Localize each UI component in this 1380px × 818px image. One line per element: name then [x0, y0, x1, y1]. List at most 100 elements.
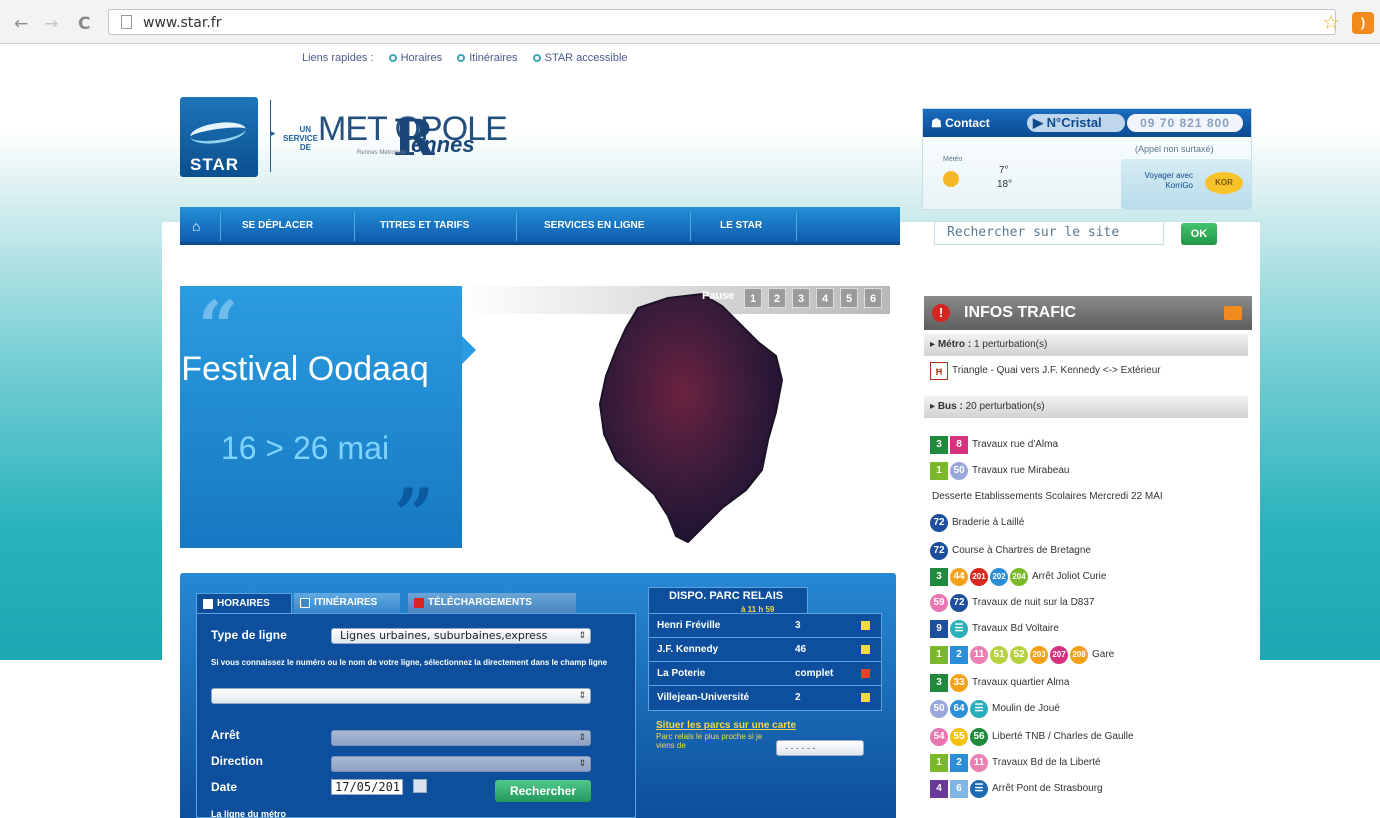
- line-badge: 11: [970, 646, 988, 664]
- bus-disruption-item[interactable]: Desserte Etablissements Scolaires Mercre…: [930, 488, 1163, 506]
- arret-select[interactable]: ⇕: [331, 730, 591, 746]
- bus-disruption-item[interactable]: 1 2 11 Travaux Bd de la Liberté: [930, 754, 1101, 772]
- contact-link[interactable]: ☗ Contact: [931, 116, 990, 130]
- star-logo[interactable]: STAR: [180, 97, 258, 177]
- slider-page-4[interactable]: 4: [816, 288, 834, 308]
- slider-pause-button[interactable]: Pause: [702, 290, 734, 302]
- line-badge: 3: [930, 568, 948, 586]
- festival-banner[interactable]: “ Festival Oodaaq 16 > 26 mai ”: [180, 286, 462, 550]
- disruption-text: Travaux quartier Alma: [972, 677, 1070, 688]
- nav-services-en-ligne[interactable]: SERVICES EN LIGNE: [544, 220, 644, 231]
- select-caret-icon: ⇕: [578, 691, 586, 701]
- slider-page-2[interactable]: 2: [768, 288, 786, 308]
- infos-trafic-header: ! INFOS TRAFIC: [924, 296, 1252, 330]
- infos-trafic-panel: ! INFOS TRAFIC ▸ Métro : 1 perturbation(…: [922, 296, 1254, 818]
- line-badge: 52: [1010, 646, 1028, 664]
- home-icon[interactable]: ⌂: [192, 218, 200, 234]
- disruption-text: Travaux Bd de la Liberté: [992, 757, 1101, 768]
- forward-icon[interactable]: →: [44, 14, 58, 34]
- route-icon: [300, 598, 310, 608]
- rss-icon[interactable]: [1224, 306, 1242, 320]
- parc-origin-select[interactable]: - - - - - -: [776, 740, 864, 756]
- reload-icon[interactable]: C: [78, 14, 90, 34]
- bookmark-star-icon[interactable]: ☆: [1322, 10, 1340, 35]
- site-search-input[interactable]: Rechercher sur le site: [934, 221, 1164, 245]
- nav-le-star[interactable]: LE STAR: [720, 220, 762, 231]
- type-ligne-label: Type de ligne: [211, 628, 287, 642]
- contact-panel: ☗ Contact ▶ N°Cristal 09 70 821 800 (App…: [922, 108, 1252, 210]
- line-badge: 33: [950, 674, 968, 692]
- bus-disruption-item[interactable]: 9 ☰ Travaux Bd Voltaire: [930, 620, 1059, 638]
- bus-disruption-item[interactable]: 1 50 Travaux rue Mirabeau: [930, 462, 1069, 480]
- slider-page-3[interactable]: 3: [792, 288, 810, 308]
- metro-station-icon: Ħ: [930, 362, 948, 380]
- bus-disruption-item[interactable]: 50 64 ☰ Moulin de Joué: [930, 700, 1060, 718]
- nav-separator: [690, 211, 691, 241]
- bus-disruption-item[interactable]: 59 72 Travaux de nuit sur la D837: [930, 594, 1094, 612]
- bus-disruption-item[interactable]: 72 Course à Chartres de Bretagne: [930, 542, 1091, 560]
- disruption-text: Course à Chartres de Bretagne: [952, 545, 1091, 556]
- search-ok-button[interactable]: OK: [1181, 223, 1217, 245]
- horaires-panel: HORAIRES ITINÉRAIRES TÉLÉCHARGEMENTS Typ…: [180, 573, 896, 818]
- tab-horaires[interactable]: HORAIRES: [196, 593, 292, 613]
- browser-toolbar: ← → C www.star.fr ☆ ): [0, 0, 1380, 44]
- tab-itineraires[interactable]: ITINÉRAIRES: [294, 593, 400, 613]
- disruption-text: Moulin de Joué: [992, 703, 1060, 714]
- url-text: www.star.fr: [143, 15, 222, 31]
- direction-label: Direction: [211, 754, 264, 768]
- rss-extension-icon[interactable]: ): [1352, 12, 1374, 34]
- line-badge: 59: [930, 594, 948, 612]
- bus-disruption-item[interactable]: 72 Braderie à Laillé: [930, 514, 1024, 532]
- quicklink-itineraires[interactable]: Itinéraires: [469, 52, 517, 64]
- back-icon[interactable]: ←: [14, 14, 28, 34]
- type-ligne-select[interactable]: Lignes urbaines, suburbaines,express ⇕: [331, 628, 591, 644]
- quicklink-star-accessible[interactable]: STAR accessible: [545, 52, 628, 64]
- festival-date: 16 > 26 mai: [220, 430, 390, 466]
- bullet-icon: [532, 54, 541, 62]
- metro-disruption[interactable]: Ħ Triangle - Quai vers J.F. Kennedy <-> E…: [930, 362, 1161, 380]
- parc-relais-table: Henri Fréville 3 J.F. Kennedy 46 La Poteri…: [648, 613, 882, 711]
- date-input[interactable]: 17/05/201: [331, 779, 403, 795]
- nav-se-deplacer[interactable]: SE DÉPLACER: [242, 220, 313, 231]
- disruption-text: Travaux Bd Voltaire: [972, 623, 1059, 634]
- ligne-select[interactable]: ⇕: [211, 688, 591, 704]
- bus-section-header[interactable]: ▸ Bus : 20 perturbation(s): [924, 396, 1248, 418]
- address-bar[interactable]: www.star.fr: [108, 9, 1336, 35]
- slider-page-1[interactable]: 1: [744, 288, 762, 308]
- nav-separator: [354, 211, 355, 241]
- slider-page-6[interactable]: 6: [864, 288, 882, 308]
- bus-disruption-item[interactable]: 54 55 56 Liberté TNB / Charles de Gaulle: [930, 728, 1134, 746]
- bus-disruption-item[interactable]: 3 33 Travaux quartier Alma: [930, 674, 1069, 692]
- line-badge: ☰: [970, 700, 988, 718]
- parc-proche-label: Parc relais le plus proche si je viens d…: [656, 732, 763, 750]
- disruption-text: Travaux rue d'Alma: [972, 439, 1059, 450]
- table-row: La Poterie complet: [649, 662, 881, 686]
- direction-select[interactable]: ⇕: [331, 756, 591, 772]
- bus-disruption-item[interactable]: 1 2 11 51 52 203 207 208 Gare: [930, 646, 1114, 664]
- line-badge: 208: [1070, 646, 1088, 664]
- quicklink-horaires[interactable]: Horaires: [401, 52, 443, 64]
- line-badge: 1: [930, 754, 948, 772]
- korrigo-text: Voyager avec KorriGo: [1144, 171, 1193, 190]
- line-badge: 1: [930, 646, 948, 664]
- calendar-icon[interactable]: [413, 779, 427, 793]
- bus-disruption-item[interactable]: 4 6 ☰ Arrêt Pont de Strasbourg: [930, 780, 1103, 798]
- line-badge: 201: [970, 568, 988, 586]
- slider-page-5[interactable]: 5: [840, 288, 858, 308]
- korrigo-banner[interactable]: Voyager avec KorriGo KOR: [1121, 159, 1251, 209]
- line-badge: 1: [930, 462, 948, 480]
- festival-title: Festival Oodaaq: [181, 350, 429, 388]
- infos-trafic-title: INFOS TRAFIC: [964, 304, 1076, 321]
- select-caret-icon: ⇕: [578, 733, 586, 743]
- table-row: Henri Fréville 3: [649, 614, 881, 638]
- nav-titres-tarifs[interactable]: TITRES ET TARIFS: [380, 220, 469, 231]
- line-badge: 4: [930, 780, 948, 798]
- rechercher-button[interactable]: Rechercher: [495, 780, 591, 802]
- page-icon: [121, 15, 132, 29]
- metro-section-header[interactable]: ▸ Métro : 1 perturbation(s): [924, 334, 1248, 356]
- line-badge: 2: [950, 754, 968, 772]
- parc-map-link[interactable]: Situer les parcs sur une carte: [656, 720, 796, 731]
- bus-disruption-item[interactable]: 3 8 Travaux rue d'Alma: [930, 436, 1058, 454]
- tab-telechargements[interactable]: TÉLÉCHARGEMENTS: [408, 593, 576, 613]
- bus-disruption-item[interactable]: 3 44 201 202 204 Arrêt Joliot Curie: [930, 568, 1106, 586]
